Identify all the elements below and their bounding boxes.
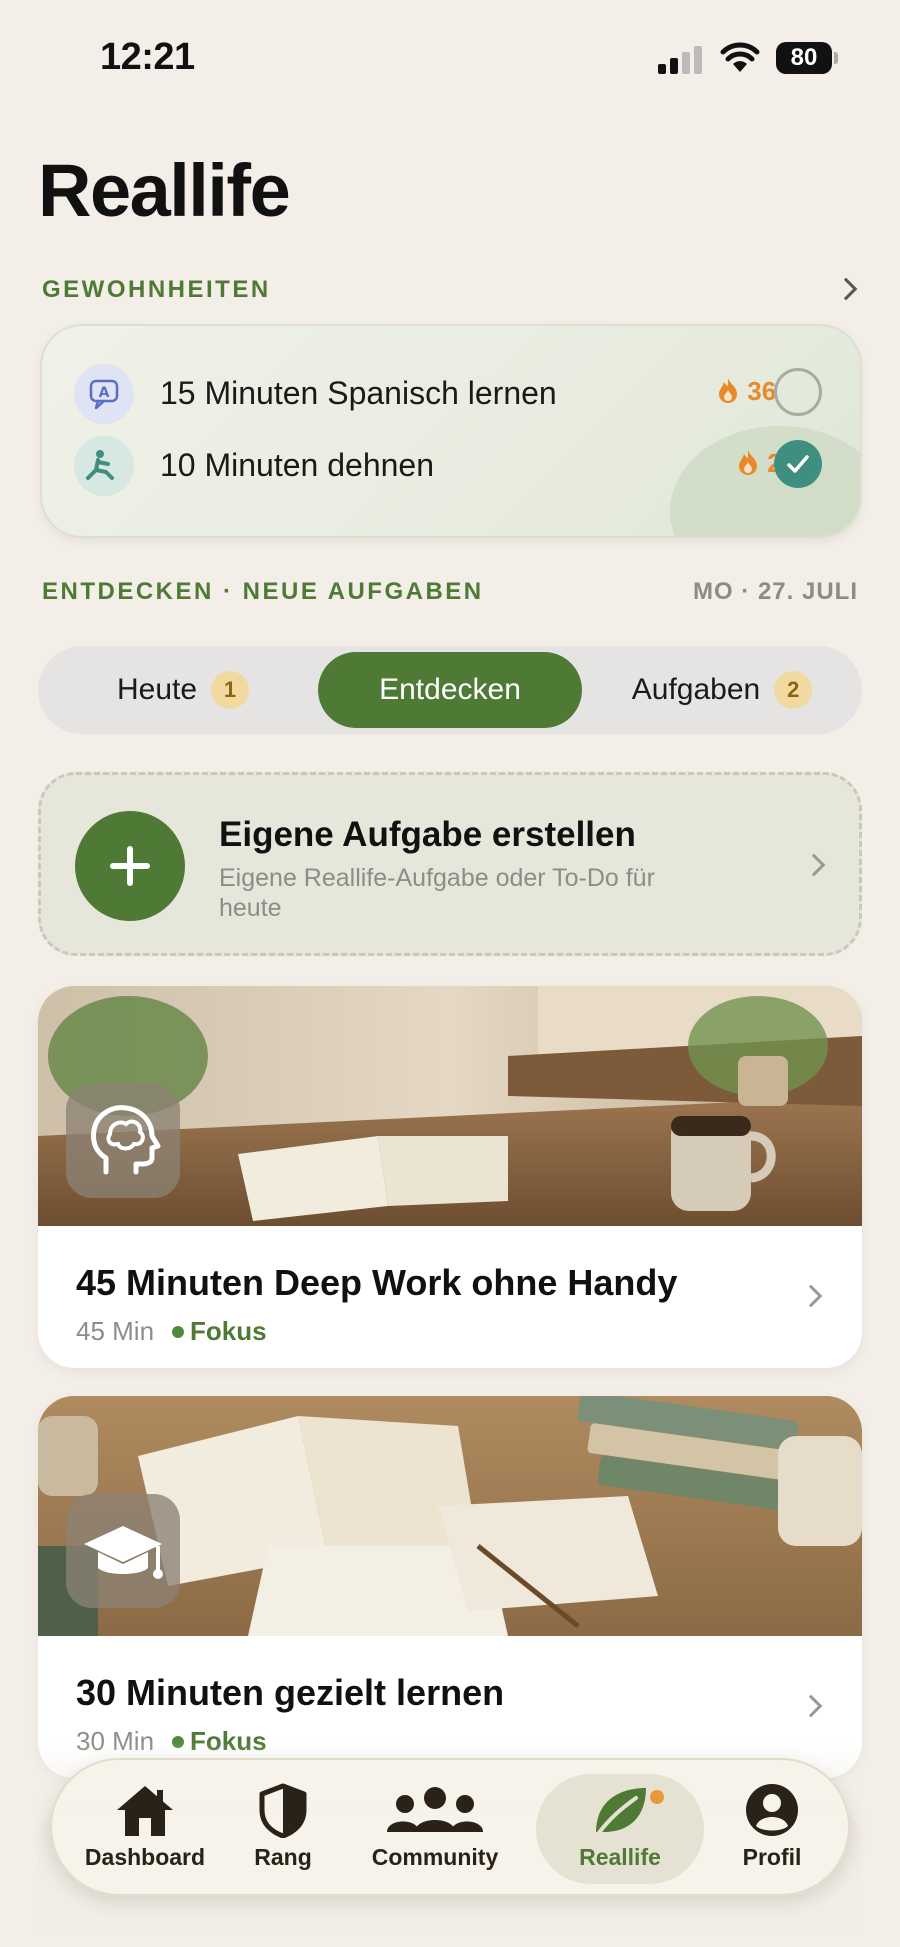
home-icon — [117, 1786, 173, 1836]
streak-value: 36 — [747, 376, 777, 406]
habits-chevron-icon[interactable] — [834, 277, 858, 301]
plus-icon — [75, 811, 185, 921]
tab-label: Entdecken — [379, 673, 521, 706]
habit-label: 15 Minuten Spanisch lernen — [160, 375, 557, 411]
task-category: Fokus — [190, 1316, 267, 1346]
tabbar-reallife[interactable]: Reallife — [536, 1774, 704, 1884]
task-duration: 45 Min — [76, 1316, 155, 1346]
discover-section-label: ENTDECKEN · NEUE AUFGABEN — [42, 578, 484, 605]
habits-section-label[interactable]: GEWOHNHEITEN — [42, 276, 271, 304]
task-title: 30 Minuten gezielt lernen — [76, 1672, 505, 1713]
date-label: MO · 27. JULI — [692, 578, 858, 605]
flame-icon — [719, 378, 737, 403]
stretch-icon — [74, 436, 134, 496]
tabbar-profil[interactable]: Profil — [716, 1774, 828, 1884]
segmented-tabs: Heute 1 Entdecken Aufgaben 2 — [38, 646, 862, 734]
create-task-subtitle: Eigene Reallife-Aufgabe oder To-Do für h… — [219, 864, 655, 922]
cellular-signal-icon — [658, 46, 704, 74]
chevron-right-icon — [799, 1694, 823, 1718]
habit-row-spanish[interactable]: A 15 Minuten Spanisch lernen 36 — [42, 358, 860, 428]
status-time: 12:21 — [100, 36, 195, 78]
habit-checkbox-checked[interactable] — [774, 440, 822, 488]
streak-counter: 36 — [716, 376, 776, 407]
battery-icon: 80 — [776, 42, 838, 74]
brain-head-icon — [66, 1084, 180, 1198]
profile-icon — [746, 1784, 798, 1836]
wifi-icon — [720, 40, 760, 74]
tabbar-dashboard[interactable]: Dashboard — [72, 1774, 218, 1884]
tab-badge: 2 — [774, 671, 813, 709]
create-task-card[interactable]: Eigene Aufgabe erstellen Eigene Reallife… — [38, 772, 862, 956]
tabbar-label: Community — [371, 1844, 499, 1870]
leaf-icon — [596, 1788, 646, 1836]
tab-label: Heute — [116, 673, 198, 706]
tab-aufgaben[interactable]: Aufgaben 2 — [594, 652, 850, 728]
status-bar: 12:21 80 — [0, 0, 900, 120]
tab-badge: 1 — [211, 671, 250, 709]
habit-row-stretch[interactable]: 10 Minuten dehnen 2 — [42, 430, 860, 500]
translate-icon: A — [74, 364, 134, 424]
task-card[interactable]: 30 Minuten gezielt lernen 30 MinFokus — [38, 1396, 862, 1778]
tabbar-rang[interactable]: Rang — [228, 1774, 338, 1884]
category-dot — [172, 1326, 185, 1339]
bottom-tab-bar: Dashboard Rang Community Reallife Profil — [50, 1758, 850, 1896]
task-card[interactable]: 45 Minuten Deep Work ohne Handy 45 Min Fo… — [38, 986, 862, 1368]
tabbar-label: Profil — [742, 1844, 802, 1870]
create-task-title: Eigene Aufgabe erstellen — [219, 815, 636, 854]
tab-label: Aufgaben — [631, 673, 761, 706]
tabbar-community[interactable]: Community — [352, 1774, 518, 1884]
habit-checkbox[interactable] — [774, 368, 822, 416]
tab-heute[interactable]: Heute 1 — [58, 652, 308, 728]
tabbar-label: Rang — [254, 1844, 312, 1870]
habit-label: 10 Minuten dehnen — [160, 447, 434, 483]
battery-level: 80 — [776, 42, 832, 74]
shield-icon — [259, 1783, 307, 1838]
habits-card: A 15 Minuten Spanisch lernen 36 10 Minut… — [40, 324, 862, 538]
page-title: Reallife — [38, 149, 291, 232]
tabbar-label: Reallife — [579, 1844, 661, 1870]
task-meta: 45 Min Fokus — [76, 1316, 267, 1347]
tabbar-label: Dashboard — [84, 1844, 206, 1870]
notification-dot — [650, 1790, 664, 1804]
people-icon — [387, 1787, 483, 1832]
flame-icon — [739, 450, 757, 475]
checkmark-icon — [787, 455, 809, 473]
graduation-cap-icon — [66, 1494, 180, 1608]
task-title: 45 Minuten Deep Work ohne Handy — [76, 1262, 678, 1303]
tab-entdecken[interactable]: Entdecken — [318, 652, 582, 728]
chevron-right-icon — [802, 853, 826, 877]
chevron-right-icon — [799, 1284, 823, 1308]
svg-text:A: A — [99, 385, 110, 401]
